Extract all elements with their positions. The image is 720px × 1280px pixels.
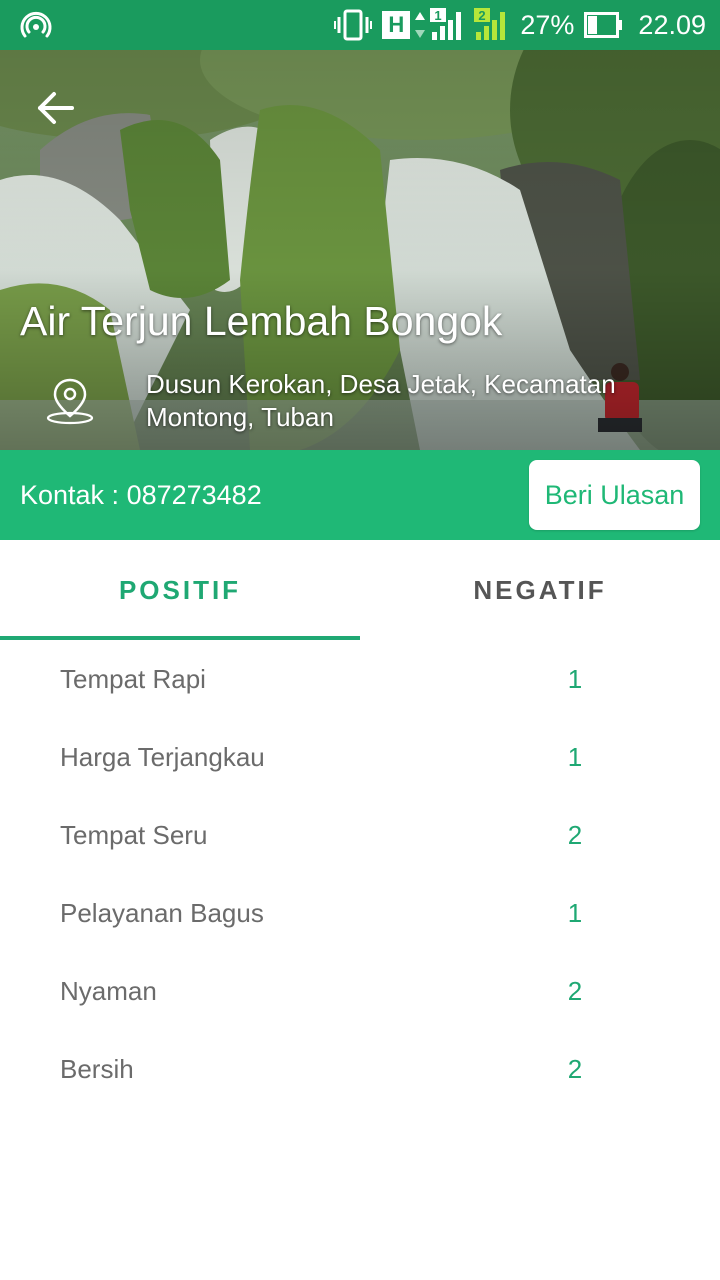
list-item: Bersih 2 bbox=[0, 1030, 720, 1108]
list-item-label: Harga Terjangkau bbox=[60, 742, 265, 772]
list-item-label: Bersih bbox=[60, 1054, 134, 1084]
signal-sim1: H 1 bbox=[382, 8, 464, 42]
give-review-button[interactable]: Beri Ulasan bbox=[529, 460, 700, 530]
tab-positif-label: POSITIF bbox=[118, 574, 242, 605]
location-pin-icon bbox=[46, 378, 94, 425]
hotspot-icon bbox=[20, 11, 52, 38]
arrow-left-icon[interactable] bbox=[34, 86, 78, 130]
list-item-count: 2 bbox=[567, 1054, 583, 1084]
signal-sim2-icon: 2 bbox=[474, 8, 506, 40]
place-address: Dusun Kerokan, Desa Jetak, Kecamatan Mon… bbox=[146, 369, 616, 432]
tab-positif[interactable]: POSITIF bbox=[0, 540, 360, 640]
tab-negatif[interactable]: NEGATIF bbox=[360, 540, 720, 640]
list-item-label: Pelayanan Bagus bbox=[60, 898, 264, 928]
data-arrows-icon bbox=[415, 12, 426, 38]
battery-icon bbox=[584, 12, 623, 38]
list-item-count: 1 bbox=[567, 742, 583, 772]
contact-bar: Kontak : 087273482 Beri Ulasan bbox=[0, 450, 720, 540]
tab-negatif-label: NEGATIF bbox=[473, 574, 607, 605]
signal-bars-icon: 1 bbox=[430, 8, 462, 40]
list-item-count: 2 bbox=[567, 976, 583, 1006]
positive-review-list: Tempat Rapi 1 Harga Terjangkau 1 Tempat … bbox=[0, 640, 720, 1108]
list-item-count: 1 bbox=[567, 898, 583, 928]
battery-percent: 27% bbox=[520, 9, 575, 40]
status-bar: H 1 2 27% 22.09 bbox=[0, 0, 720, 50]
review-tabs: POSITIF NEGATIF bbox=[0, 540, 720, 640]
list-item: Pelayanan Bagus 1 bbox=[0, 874, 720, 952]
hero-image: Air Terjun Lembah Bongok Dusun Kerokan, … bbox=[0, 50, 720, 450]
list-item-label: Tempat Rapi bbox=[60, 664, 206, 694]
list-item: Tempat Rapi 1 bbox=[0, 640, 720, 718]
list-item-label: Tempat Seru bbox=[60, 820, 208, 850]
list-item: Nyaman 2 bbox=[0, 952, 720, 1030]
list-item: Tempat Seru 2 bbox=[0, 796, 720, 874]
list-item: Harga Terjangkau 1 bbox=[0, 718, 720, 796]
contact-label: Kontak : 087273482 bbox=[20, 480, 262, 510]
vibrate-icon bbox=[334, 9, 373, 41]
place-title: Air Terjun Lembah Bongok bbox=[20, 298, 503, 344]
list-item-label: Nyaman bbox=[60, 976, 157, 1006]
svg-text:1: 1 bbox=[435, 8, 442, 23]
clock: 22.09 bbox=[638, 9, 706, 40]
list-item-count: 1 bbox=[567, 664, 583, 694]
list-item-count: 2 bbox=[567, 820, 583, 850]
network-type-badge: H bbox=[382, 11, 411, 39]
svg-text:2: 2 bbox=[479, 8, 486, 23]
